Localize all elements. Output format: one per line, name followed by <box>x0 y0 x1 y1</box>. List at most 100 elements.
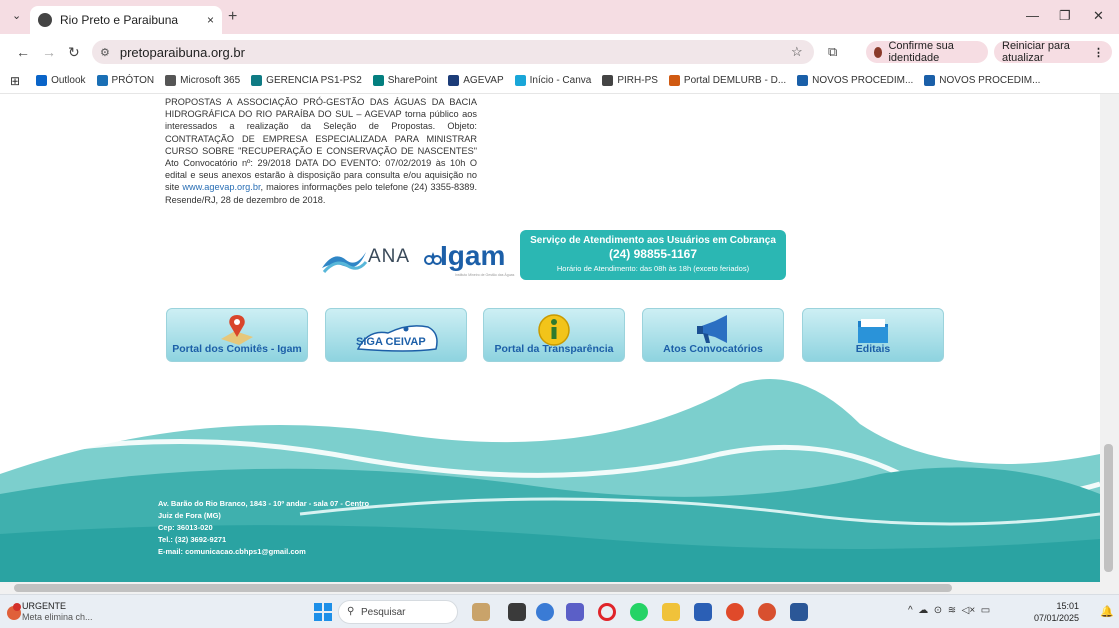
taskbar-search[interactable]: ⚲ Pesquisar <box>338 600 458 624</box>
bookmark-icon <box>165 75 177 86</box>
card-label: Portal dos Comitês - Igam <box>172 343 302 355</box>
bookmark-label: Início - Canva <box>529 75 592 86</box>
vertical-scrollbar[interactable] <box>1100 94 1119 582</box>
card-label: Portal da Transparência <box>494 343 614 355</box>
notification-bell-icon[interactable]: 🔔 <box>1100 605 1114 618</box>
copilot-icon[interactable] <box>536 603 554 621</box>
bookmark-item[interactable]: Portal DEMLURB - D... <box>668 75 787 86</box>
announcement-text: PROPOSTAS A ASSOCIAÇÃO PRÓ-GESTÃO DAS ÁG… <box>165 96 477 206</box>
news-widget[interactable]: URGENTE Meta elimina ch... <box>22 601 93 623</box>
teams-icon[interactable] <box>566 603 584 621</box>
bookmark-icon <box>372 75 384 86</box>
update-button[interactable]: Reiniciar para atualizar ⋮ <box>994 40 1112 64</box>
footer-tel: Tel.: (32) 3692-9271 <box>158 535 227 544</box>
browser-toolbar: ← → ↻ ⚙ pretoparaibuna.org.br ☆ ⧉ Confir… <box>0 34 1119 68</box>
url-text: pretoparaibuna.org.br <box>119 44 245 60</box>
landscape-widget-icon[interactable] <box>472 603 490 621</box>
bookmark-item[interactable]: Início - Canva <box>514 75 592 86</box>
vertical-scroll-thumb[interactable] <box>1104 444 1113 572</box>
footer-email[interactable]: E-mail: comunicacao.cbhps1@gmail.com <box>158 546 369 558</box>
bookmark-item[interactable]: Outlook <box>36 75 86 86</box>
agevap-link[interactable]: www.agevap.org.br <box>182 182 260 192</box>
siga-ceivap-text: SIGA CEIVAP <box>356 336 426 348</box>
igam-logo-text: Igam <box>440 240 506 271</box>
clock-date: 07/01/2025 <box>1034 613 1080 623</box>
globe-icon <box>38 13 52 27</box>
search-placeholder: Pesquisar <box>361 606 406 618</box>
clock[interactable]: 15:01 07/01/2025 <box>1034 600 1079 624</box>
restore-icon[interactable]: ❐ <box>1059 8 1071 24</box>
card-atos-convocatorios[interactable]: Atos Convocatórios <box>642 308 784 362</box>
tab-title: Rio Preto e Paraibuna <box>60 13 179 27</box>
bookmark-item[interactable]: SharePoint <box>372 75 437 86</box>
card-siga-ceivap[interactable]: SIGA CEIVAP <box>325 308 467 362</box>
new-tab-button[interactable]: + <box>228 8 237 26</box>
opera-icon[interactable] <box>598 603 616 621</box>
extensions-icon[interactable]: ⧉ <box>828 44 837 60</box>
site-info-icon[interactable]: ⚙ <box>100 46 110 59</box>
update-label: Reiniciar para atualizar <box>1002 40 1070 64</box>
card-portal-comites[interactable]: Portal dos Comitês - Igam <box>166 308 308 362</box>
chrome-profile-icon[interactable] <box>758 603 776 621</box>
notif-subtitle: Meta elimina ch... <box>22 612 93 622</box>
chrome-icon[interactable] <box>726 603 744 621</box>
igam-subtitle: Instituto Mineiro de Gestão das Águas <box>455 273 515 277</box>
store-icon[interactable] <box>694 603 712 621</box>
system-tray[interactable]: ^ ☁ ⊙ ≋ ◁× ▭ <box>908 605 990 616</box>
folder-icon <box>858 319 888 343</box>
bookmark-icon <box>602 75 614 86</box>
bookmark-label: Microsoft 365 <box>180 75 241 86</box>
horizontal-scrollbar[interactable] <box>0 582 1119 594</box>
bookmarks-bar: ⊞ Outlook PRÓTON Microsoft 365 GERENCIA PS1… <box>0 68 1119 94</box>
bookmark-item[interactable]: PIRH-PS <box>602 75 658 86</box>
bookmark-icon <box>36 75 48 86</box>
bookmark-icon <box>251 75 263 86</box>
footer-address: Av. Barão do Rio Branco, 1843 - 10º anda… <box>158 499 370 508</box>
bookmark-label: Portal DEMLURB - D... <box>683 75 787 86</box>
tab-search-icon[interactable]: ⌄ <box>12 9 21 22</box>
back-icon[interactable]: ← <box>16 44 30 60</box>
bookmark-icon <box>668 75 680 86</box>
card-editais[interactable]: Editais <box>802 308 944 362</box>
service-hours: Horário de Atendimento: das 08h às 18h (… <box>556 264 750 273</box>
forward-icon[interactable]: → <box>42 44 56 60</box>
reload-icon[interactable]: ↻ <box>68 44 80 61</box>
bookmark-item[interactable]: NOVOS PROCEDIM... <box>797 75 913 86</box>
apps-icon[interactable]: ⊞ <box>10 74 20 88</box>
minimize-icon[interactable]: — <box>1026 8 1039 23</box>
bookmark-label: NOVOS PROCEDIM... <box>812 75 914 86</box>
card-portal-transparencia[interactable]: Portal da Transparência <box>483 308 625 362</box>
footer-cep: Cep: 36013-020 <box>158 523 213 532</box>
bookmark-icon <box>96 75 108 86</box>
bookmark-label: PRÓTON <box>111 75 155 86</box>
bookmark-item[interactable]: NOVOS PROCEDIM... <box>924 75 1040 86</box>
bookmark-icon <box>924 75 936 86</box>
address-bar[interactable]: ⚙ pretoparaibuna.org.br <box>92 40 814 64</box>
identity-label: Confirme sua identidade <box>888 40 954 64</box>
ana-logo-icon <box>322 252 368 274</box>
bookmark-item[interactable]: Microsoft 365 <box>165 75 240 86</box>
news-widget-icon[interactable] <box>6 601 22 621</box>
bookmark-item[interactable]: GERENCIA PS1-PS2 <box>251 75 362 86</box>
horizontal-scroll-thumb[interactable] <box>14 584 952 592</box>
clock-time: 15:01 <box>1056 601 1080 611</box>
close-window-icon[interactable]: ✕ <box>1093 8 1104 24</box>
menu-icon[interactable]: ⋮ <box>1093 46 1104 59</box>
bookmark-item[interactable]: PRÓTON <box>96 75 155 86</box>
word-icon[interactable] <box>790 603 808 621</box>
megaphone-icon <box>697 315 727 343</box>
file-explorer-icon[interactable] <box>662 603 680 621</box>
bookmark-label: NOVOS PROCEDIM... <box>939 75 1041 86</box>
service-phone: (24) 98855-1167 <box>608 247 698 261</box>
card-label: Atos Convocatórios <box>663 343 763 355</box>
identity-button[interactable]: Confirme sua identidade <box>866 40 988 64</box>
windows-start-icon[interactable] <box>314 603 332 621</box>
bookmark-item[interactable]: AGEVAP <box>448 75 504 86</box>
whatsapp-icon[interactable] <box>630 603 648 621</box>
browser-tab[interactable]: Rio Preto e Paraibuna × <box>30 6 222 34</box>
close-tab-icon[interactable]: × <box>207 13 214 27</box>
bookmark-star-icon[interactable]: ☆ <box>791 44 803 60</box>
taskbar: URGENTE Meta elimina ch... ⚲ Pesquisar ^… <box>0 594 1119 628</box>
task-view-icon[interactable] <box>508 603 526 621</box>
bookmark-label: AGEVAP <box>463 75 504 86</box>
